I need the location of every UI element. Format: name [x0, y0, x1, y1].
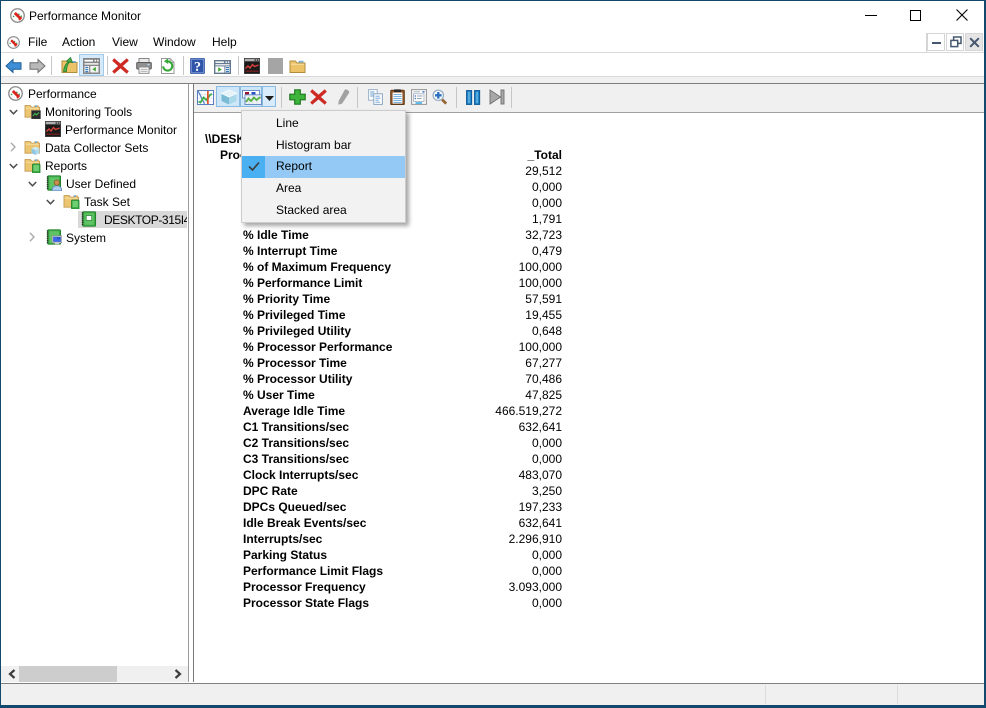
svg-text:?: ?: [194, 60, 201, 74]
